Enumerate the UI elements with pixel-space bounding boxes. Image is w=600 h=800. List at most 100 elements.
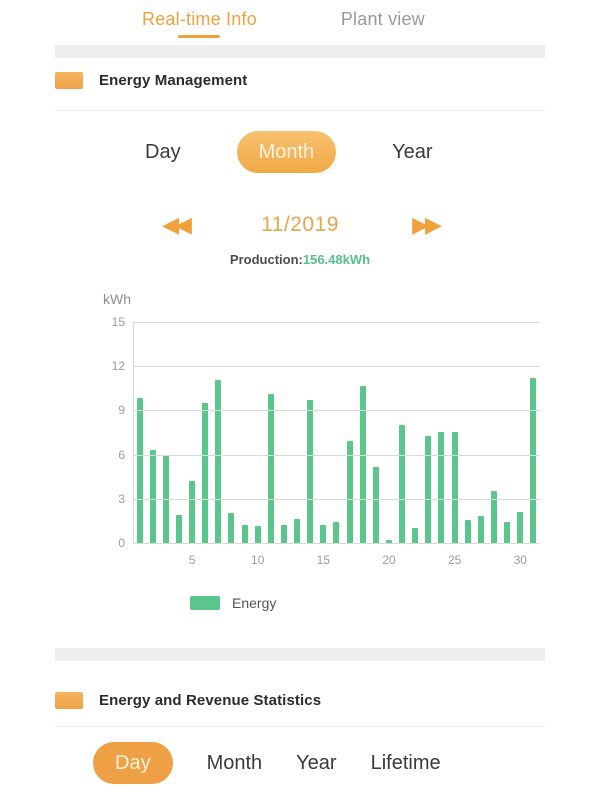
chart-bar-cell[interactable] [487,323,500,544]
chart-gridline: 0 [118,536,540,550]
chart-bar-cell[interactable] [514,323,527,544]
chart-bar[interactable] [517,511,524,544]
chart-bar[interactable] [346,440,353,544]
chart-bar-cell[interactable] [343,323,356,544]
chart-bar-cell[interactable] [435,323,448,544]
chart-bar-cell[interactable] [251,323,264,544]
chart-bar-cell[interactable] [369,323,382,544]
period-option-month-label: Month [258,141,315,163]
chart-bar[interactable] [399,424,406,544]
tab-real-time-info[interactable]: Real-time Info [138,9,261,38]
chart-x-tick-label: 10 [251,553,265,567]
chart-bar[interactable] [477,516,484,544]
period-option-year[interactable]: Year [392,142,432,162]
statistics-title: Energy and Revenue Statistics [99,691,322,709]
chart-gridline: 3 [118,492,540,506]
chart-bar-cell[interactable] [199,323,212,544]
energy-management-header: Energy Management [55,58,545,102]
chart-bar[interactable] [149,449,156,544]
chart-bar[interactable] [189,480,196,544]
chart-bar-cell[interactable] [291,323,304,544]
chart-bar-cell[interactable] [396,323,409,544]
statistics-period-selector: Day Month Year Lifetime [55,742,583,784]
chart-x-tick-label: 25 [447,553,462,567]
next-period-icon[interactable]: ▶▶ [395,212,455,238]
period-option-day-label: Day [145,141,181,163]
chart-bar-cell[interactable] [448,323,461,544]
chart-bar[interactable] [530,377,537,544]
chart-bar[interactable] [175,514,182,544]
chart-bar-cell[interactable] [146,323,159,544]
energy-management-title: Energy Management [99,71,248,89]
chart-gridline: 12 [112,359,540,373]
chart-bar[interactable] [241,524,248,544]
tab-plant-view[interactable]: Plant view [337,9,429,38]
tab-plant-view-label: Plant view [340,8,425,29]
chart-gridline: 15 [112,315,540,329]
chart-bar[interactable] [333,521,340,544]
chart-bar-cell[interactable] [172,323,185,544]
chart-bar[interactable] [307,399,314,544]
chart-bar-cell[interactable] [238,323,251,544]
chart-bar[interactable] [254,526,261,544]
chart-bar-cell[interactable] [382,323,395,544]
period-option-month[interactable]: Month [236,131,337,173]
section-marker-icon [55,71,83,89]
period-option-day[interactable]: Day [145,142,181,162]
chart-bar[interactable] [294,518,301,544]
chart-bar[interactable] [464,520,471,544]
chart-bar[interactable] [267,393,274,544]
chart-bar[interactable] [215,380,222,544]
date-navigator: ◀◀ 11/2019 ▶▶ [55,205,545,245]
chart-legend: Energy [190,595,276,611]
top-tabbar: Real-time Info Plant view [55,0,545,46]
stats-period-option-month[interactable]: Month [207,753,263,773]
chart-bar[interactable] [280,524,287,544]
chart-bar[interactable] [202,402,209,544]
stats-period-option-day[interactable]: Day [93,742,173,784]
tab-real-time-info-label: Real-time Info [142,8,257,29]
stats-period-option-lifetime-label: Lifetime [370,752,441,774]
chart-bar-cell[interactable] [277,323,290,544]
section-divider-mid [55,648,545,661]
chart-x-tick-label: 15 [316,553,331,567]
chart-bar-cell[interactable] [186,323,199,544]
chart-bar-cell[interactable] [527,323,540,544]
chart-gridline: 6 [118,448,540,462]
chart-bar-cell[interactable] [159,323,172,544]
chart-bar-cell[interactable] [501,323,514,544]
chart-bar-cell[interactable] [133,323,146,544]
chart-bar[interactable] [412,527,419,544]
chart-bar[interactable] [425,436,432,544]
chart-bar-cell[interactable] [330,323,343,544]
chart-bar[interactable] [451,432,458,544]
chart-y-tick-label: 6 [118,447,125,462]
chart-bar-cell[interactable] [474,323,487,544]
chart-x-tick-label: 30 [513,553,527,567]
chart-bar-cell[interactable] [225,323,238,544]
app-screen: Real-time Info Plant view Energy Managem… [0,0,600,800]
chart-bar-cell[interactable] [409,323,422,544]
previous-period-icon[interactable]: ◀◀ [145,212,205,238]
chart-bar[interactable] [438,432,445,544]
chart-bar[interactable] [504,521,511,544]
chart-bar-cell[interactable] [264,323,277,544]
chart-bar-cell[interactable] [212,323,225,544]
chart-bar-cell[interactable] [422,323,435,544]
stats-period-option-lifetime[interactable]: Lifetime [371,753,441,773]
statistics-header-divider [55,726,545,727]
current-period-label: 11/2019 [261,213,339,236]
stats-period-option-year[interactable]: Year [296,753,336,773]
chart-bar-cell[interactable] [317,323,330,544]
chart-bar[interactable] [136,398,143,544]
chart-bar[interactable] [228,513,235,544]
chart-bar-cell[interactable] [461,323,474,544]
energy-period-selector: Day Month Year [55,131,600,173]
chart-bar-cell[interactable] [356,323,369,544]
chart-bar-cell[interactable] [304,323,317,544]
chart-x-tick-label: 5 [188,553,196,567]
chart-y-tick-label: 15 [111,315,125,329]
chart-bar[interactable] [320,524,327,544]
chart-bar[interactable] [372,467,379,544]
energy-bar-chart: kWh 0 3 6 9 12 15 5 10 15 20 25 30 Energy [55,285,545,635]
